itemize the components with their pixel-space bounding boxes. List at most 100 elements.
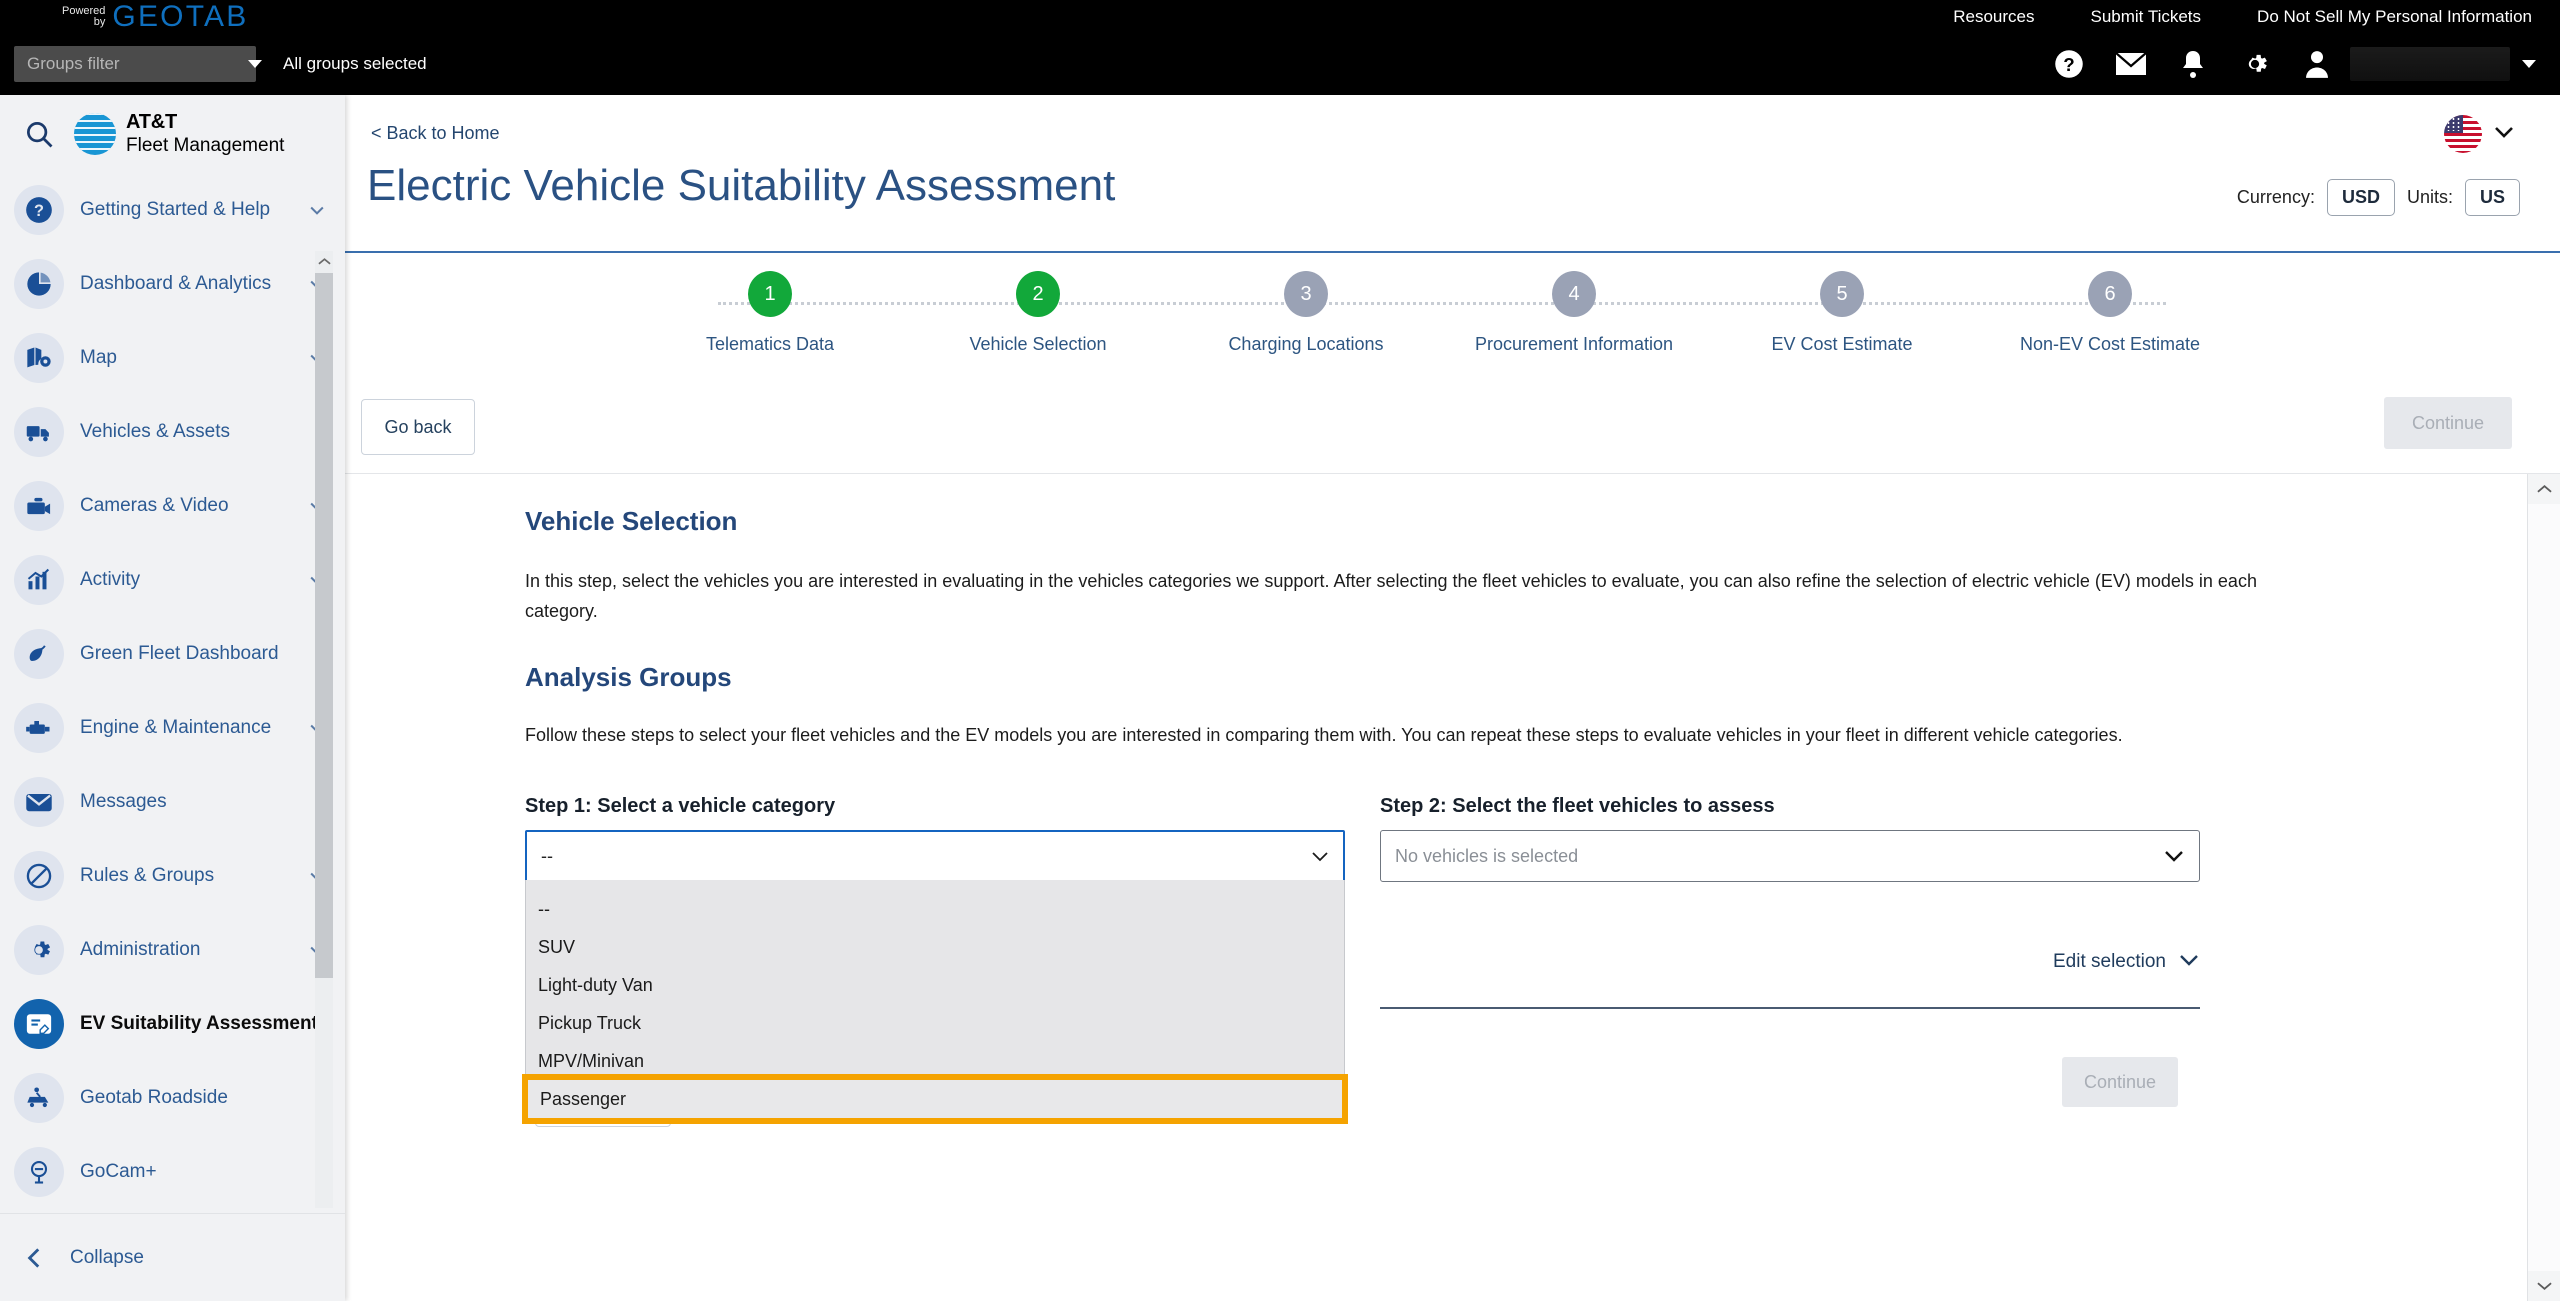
sidebar-item-label: Dashboard & Analytics: [80, 273, 272, 294]
sidebar-scrollbar[interactable]: [315, 251, 333, 1208]
sidebar-item-dashboard-analytics[interactable]: Dashboard & Analytics: [0, 247, 345, 321]
step-label: EV Cost Estimate: [1771, 334, 1913, 354]
brand-line-1: AT&T: [126, 111, 178, 133]
scroll-up-icon[interactable]: [315, 251, 333, 271]
step-label: Telematics Data: [705, 334, 835, 354]
gocam-icon: [14, 1147, 64, 1197]
section-body-analysis-groups: Follow these steps to select your fleet …: [525, 725, 2123, 746]
step-6-non-ev-cost-estimate[interactable]: 6 Non-EV Cost Estimate: [2000, 271, 2220, 381]
edit-selection-toggle[interactable]: Edit selection: [2053, 951, 2200, 973]
step-number: 2: [1016, 271, 1060, 317]
sidebar-item-label: Getting Started & Help: [80, 199, 271, 220]
locale-selector[interactable]: [2444, 115, 2516, 153]
sidebar-item-map[interactable]: Map: [0, 321, 345, 395]
user-menu-button[interactable]: [2510, 33, 2548, 95]
user-name-field[interactable]: [2350, 47, 2510, 81]
all-groups-selected-label: All groups selected: [283, 54, 427, 73]
left-sidebar: AT&T Fleet Management ? Getting Started …: [0, 95, 345, 1301]
dropdown-option-passenger[interactable]: Passenger: [522, 1074, 1348, 1125]
step-label: Non-EV Cost Estimate: [2019, 334, 2201, 354]
dropdown-option-light-duty-van[interactable]: Light-duty Van: [526, 966, 1344, 1004]
sidebar-item-administration[interactable]: Administration: [0, 913, 345, 987]
step-3-charging-locations[interactable]: 3 Charging Locations: [1196, 271, 1416, 381]
page-title: Electric Vehicle Suitability Assessment: [367, 161, 1116, 210]
page-header: < Back to Home Electric Vehicle Suitabil…: [345, 95, 2560, 253]
step-2-vehicle-selection[interactable]: 2 Vehicle Selection: [928, 271, 1148, 381]
groups-filter-dropdown-button[interactable]: [248, 46, 262, 82]
question-circle-icon: ?: [14, 185, 64, 235]
sidebar-item-vehicles-assets[interactable]: Vehicles & Assets: [0, 395, 345, 469]
cog-icon: [14, 925, 64, 975]
link-do-not-sell[interactable]: Do Not Sell My Personal Information: [2229, 7, 2560, 27]
sidebar-collapse-button[interactable]: Collapse: [0, 1213, 345, 1301]
search-icon[interactable]: [18, 113, 60, 155]
edit-selection-label: Edit selection: [2052, 951, 2166, 973]
sidebar-item-getting-started-help[interactable]: ? Getting Started & Help: [0, 173, 345, 247]
vehicle-category-select[interactable]: --: [525, 830, 1345, 883]
sidebar-scrollbar-thumb[interactable]: [315, 273, 333, 978]
content-scrollbar[interactable]: [2527, 474, 2560, 1301]
continue-button-top[interactable]: Continue: [2384, 397, 2512, 449]
section-body-vehicle-selection: In this step, select the vehicles you ar…: [525, 571, 2257, 621]
dropdown-option-mpv-minivan[interactable]: MPV/Minivan: [526, 1042, 1344, 1080]
currency-value-button[interactable]: USD: [2326, 179, 2395, 216]
brand-line-2: Fleet Management: [126, 134, 285, 156]
content-scroll-area: Vehicle Selection In this step, select t…: [345, 474, 2560, 1301]
analysis-group-divider: [1380, 1007, 2200, 1010]
geotab-logo: Powered by GEOTAB: [62, 0, 249, 33]
chevron-down-icon[interactable]: [307, 200, 327, 220]
scroll-down-icon[interactable]: [2528, 1271, 2560, 1301]
continue-button-bottom[interactable]: Continue: [2062, 1057, 2178, 1108]
help-icon[interactable]: ?: [2038, 33, 2100, 95]
sidebar-item-activity[interactable]: Activity: [0, 543, 345, 617]
bell-icon[interactable]: [2162, 33, 2224, 95]
svg-text:?: ?: [34, 202, 44, 220]
step1-column: Step 1: Select a vehicle category -- -- …: [522, 795, 1348, 1128]
sidebar-item-ev-suitability-assessment[interactable]: EV Suitability Assessment: [0, 987, 345, 1061]
mail-icon[interactable]: [2100, 33, 2162, 95]
sidebar-item-gocam-plus[interactable]: GoCam+: [0, 1135, 345, 1208]
by-word: by: [93, 15, 106, 28]
dropdown-option-pickup-truck[interactable]: Pickup Truck: [526, 1004, 1344, 1042]
fleet-vehicles-select[interactable]: No vehicles is selected: [1380, 830, 2200, 883]
units-value-button[interactable]: US: [2464, 179, 2520, 216]
sidebar-item-rules-groups[interactable]: Rules & Groups: [0, 839, 345, 913]
chevron-down-icon: [2163, 849, 2185, 863]
go-back-button[interactable]: Go back: [361, 399, 475, 455]
groups-filter[interactable]: [14, 46, 262, 82]
sidebar-item-engine-maintenance[interactable]: Engine & Maintenance: [0, 691, 345, 765]
sidebar-item-green-fleet-dashboard[interactable]: Green Fleet Dashboard: [0, 617, 345, 691]
step-1-telematics-data[interactable]: 1 Telematics Data: [660, 271, 880, 381]
link-submit-tickets[interactable]: Submit Tickets: [2063, 7, 2230, 27]
sidebar-item-cameras-video[interactable]: Cameras & Video: [0, 469, 345, 543]
groups-filter-bar: All groups selected ?: [0, 33, 2560, 95]
scroll-up-icon[interactable]: [2528, 474, 2560, 504]
vehicle-category-dropdown-list: -- SUV Light-duty Van Pickup Truck MPV/M…: [522, 880, 1348, 1125]
groups-filter-input[interactable]: [14, 46, 248, 82]
sidebar-item-label: EV Suitability Assessment: [80, 1013, 318, 1034]
step-5-ev-cost-estimate[interactable]: 5 EV Cost Estimate: [1732, 271, 1952, 381]
powered-word: Powered: [62, 4, 106, 17]
chevron-left-icon: [22, 1245, 48, 1271]
user-icon[interactable]: [2286, 33, 2348, 95]
sidebar-item-label: Activity: [80, 569, 141, 590]
step-4-procurement-information[interactable]: 4 Procurement Information: [1464, 271, 1684, 381]
currency-label: Currency:: [2236, 187, 2315, 207]
dropdown-option-suv[interactable]: SUV: [526, 928, 1344, 966]
sidebar-item-label: Rules & Groups: [80, 865, 215, 886]
section-title-vehicle-selection: Vehicle Selection: [525, 506, 738, 536]
sidebar-item-label: Geotab Roadside: [80, 1087, 228, 1108]
global-top-bar: Powered by GEOTAB Resources Submit Ticke…: [0, 0, 2560, 33]
geotab-wordmark: GEOTAB: [112, 0, 249, 33]
sidebar-nav: ? Getting Started & Help Dashboard & Ana…: [0, 173, 345, 1208]
step-label: Charging Locations: [1228, 334, 1384, 354]
link-resources[interactable]: Resources: [1925, 7, 2062, 27]
ev-assessment-icon: [14, 999, 64, 1049]
gear-icon[interactable]: [2224, 33, 2286, 95]
dropdown-option-blank[interactable]: --: [526, 890, 1344, 928]
sidebar-item-geotab-roadside[interactable]: Geotab Roadside: [0, 1061, 345, 1135]
sidebar-item-messages[interactable]: Messages: [0, 765, 345, 839]
back-to-home-link[interactable]: < Back to Home: [371, 123, 500, 144]
wizard-action-bar: Go back Continue: [345, 389, 2560, 474]
content-scrollbar-track[interactable]: [2528, 504, 2560, 1271]
